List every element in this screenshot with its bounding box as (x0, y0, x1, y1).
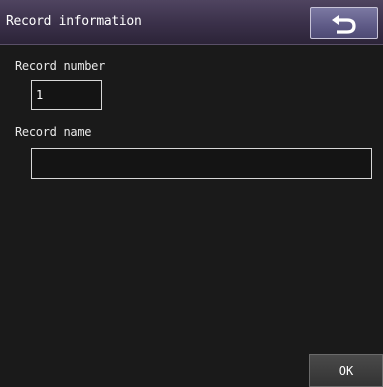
record-number-input[interactable] (31, 80, 102, 110)
undo-arrow-icon (332, 15, 356, 34)
page-title: Record information (6, 14, 142, 29)
form-area: Record number Record name OK (0, 45, 383, 387)
record-name-label: Record name (15, 125, 92, 139)
title-bar: Record information (0, 0, 383, 45)
back-button[interactable] (310, 7, 378, 39)
ok-button[interactable]: OK (309, 354, 383, 387)
record-number-label: Record number (15, 59, 106, 73)
record-information-screen: Record information Record number Record … (0, 0, 383, 387)
record-name-input[interactable] (31, 148, 372, 179)
